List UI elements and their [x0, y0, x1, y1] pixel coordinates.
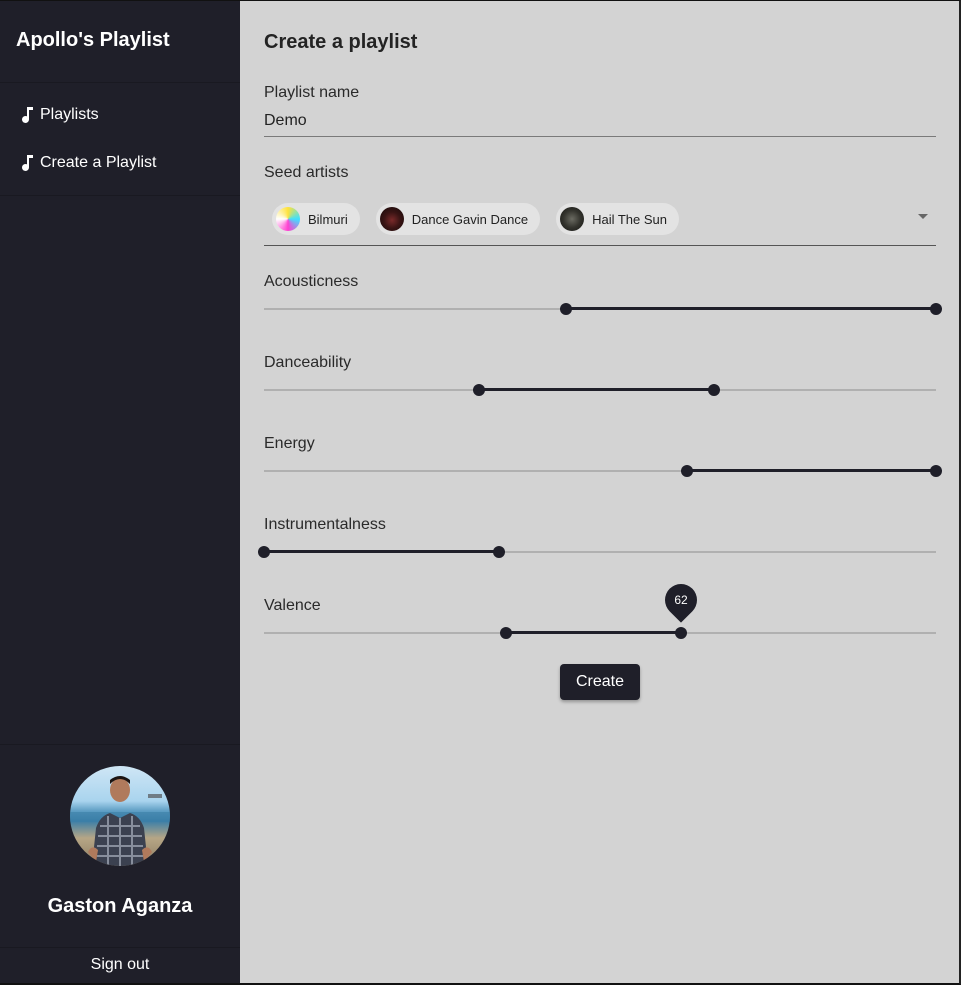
playlist-name-label: Playlist name [264, 84, 360, 101]
valence-label: Valence [264, 597, 321, 614]
slider-track [505, 631, 681, 634]
artist-chip-bilmuri[interactable]: Bilmuri [272, 203, 360, 235]
slider-track [687, 469, 936, 472]
sidebar: Apollo's Playlist Playlists Create a Pla… [0, 1, 240, 983]
artist-avatar [560, 207, 585, 231]
slider-value-tooltip: 62 [657, 577, 704, 623]
artist-avatar [276, 207, 300, 231]
sidebar-item-label: Create a Playlist [40, 154, 157, 171]
sidebar-nav: Playlists Create a Playlist [0, 83, 240, 196]
slider-thumb-max[interactable] [930, 465, 942, 477]
slider-thumb-min[interactable] [473, 384, 486, 396]
music-note-icon [20, 106, 36, 124]
sign-out-section: Sign out [0, 947, 240, 983]
seed-artists-label: Seed artists [264, 164, 349, 181]
instrumentalness-label: Instrumentalness [264, 516, 386, 533]
danceability-label: Danceability [264, 354, 352, 371]
user-name: Gaston Aganza [47, 895, 193, 917]
slider-thumb-min[interactable] [499, 627, 512, 639]
artist-chip-hail-the-sun[interactable]: Hail The Sun [556, 203, 679, 235]
instrumentalness-slider[interactable] [258, 545, 936, 559]
sidebar-item-label: Playlists [40, 106, 99, 123]
danceability-slider[interactable] [264, 383, 936, 397]
music-note-icon [20, 154, 36, 172]
artist-avatar [379, 207, 404, 231]
slider-thumb-max[interactable] [708, 384, 721, 396]
slider-thumb-min[interactable] [681, 465, 694, 477]
artist-chip-label: Bilmuri [308, 211, 348, 227]
app-title: Apollo's Playlist [0, 1, 240, 83]
slider-thumb-min[interactable] [560, 303, 573, 315]
avatar [70, 766, 170, 866]
slider-thumb-max[interactable] [493, 546, 506, 558]
sign-out-button[interactable]: Sign out [91, 956, 150, 976]
energy-label: Energy [264, 435, 315, 452]
artist-chip-label: Dance Gavin Dance [411, 211, 529, 227]
slider-thumb-max[interactable] [674, 627, 687, 639]
avatar-photo [70, 776, 170, 866]
acousticness-label: Acousticness [264, 273, 359, 290]
user-profile: Gaston Aganza Sign out [0, 744, 240, 983]
slider-thumb-min[interactable] [258, 546, 270, 558]
slider-thumb-max[interactable] [930, 303, 942, 315]
acousticness-slider[interactable] [264, 302, 942, 316]
seed-artists-select[interactable]: Bilmuri Dance Gavin Dance Hail The Sun [264, 193, 936, 246]
create-playlist-form: Create a playlist Playlist name Seed art… [240, 1, 959, 983]
slider-value-text: 62 [673, 593, 688, 607]
playlist-name-input[interactable] [264, 109, 936, 137]
slider-track [566, 307, 936, 310]
slider-track [264, 550, 500, 553]
energy-slider[interactable] [264, 464, 942, 478]
slider-track [479, 388, 715, 391]
app-window: Apollo's Playlist Playlists Create a Pla… [0, 0, 961, 985]
artist-chip-dance-gavin-dance[interactable]: Dance Gavin Dance [375, 203, 541, 235]
page-title: Create a playlist [264, 31, 418, 53]
dropdown-arrow-icon[interactable] [918, 214, 928, 219]
sidebar-item-playlists[interactable]: Playlists [0, 91, 240, 139]
create-button[interactable]: Create [560, 664, 640, 700]
valence-slider[interactable]: 62 [264, 577, 936, 640]
artist-chip-label: Hail The Sun [592, 211, 667, 227]
sidebar-item-create-playlist[interactable]: Create a Playlist [0, 139, 240, 187]
